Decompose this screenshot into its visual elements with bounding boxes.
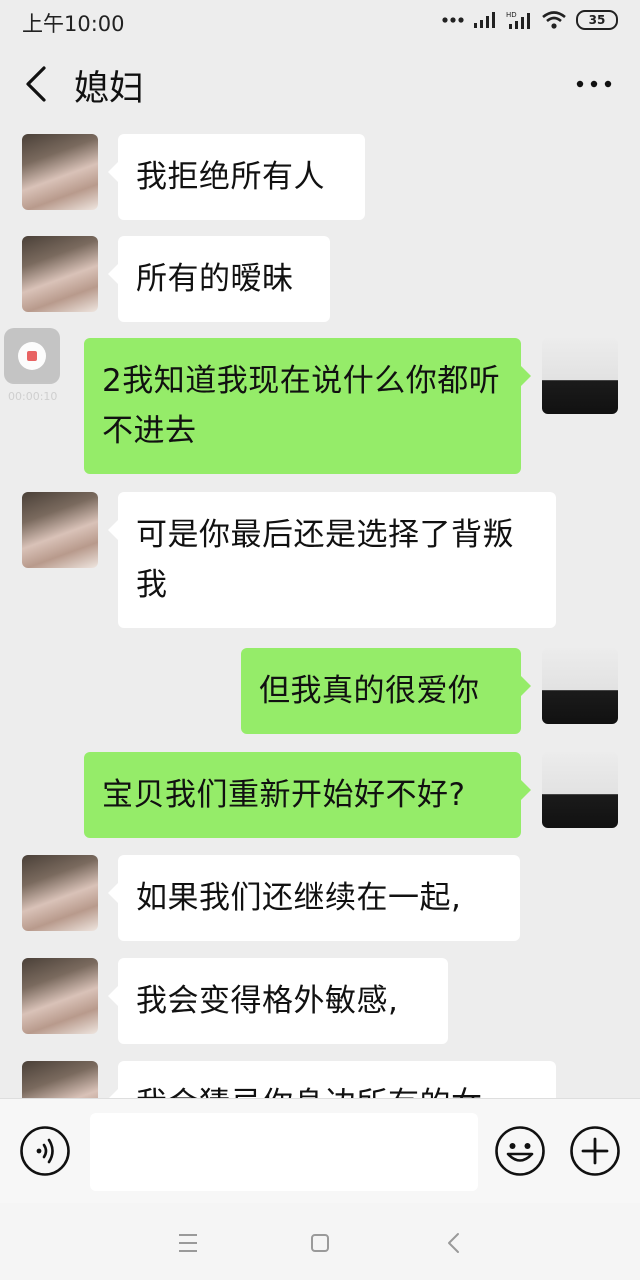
signal-icon [474,12,495,28]
voice-button[interactable] [19,1125,71,1177]
contact-avatar[interactable] [22,236,98,312]
chat-header: 媳妇 [0,40,640,128]
more-notifications-icon [442,17,464,23]
plus-icon [570,1126,620,1176]
chat-title: 媳妇 [74,69,145,109]
contact-avatar[interactable] [22,134,98,210]
add-button[interactable] [569,1125,621,1177]
more-dots-icon [576,80,612,88]
wifi-icon [542,11,566,29]
recorder-time: 00:00:10 [8,390,58,403]
back-nav-button[interactable] [434,1223,474,1263]
status-bar: 上午10:00 HD 35 [0,0,640,40]
incoming-message[interactable]: 所有的暧昧 [108,236,330,322]
emoji-icon [495,1126,545,1176]
screen-recorder-button[interactable] [4,328,60,384]
contact-avatar[interactable] [22,492,98,568]
svg-text:HD: HD [506,11,517,19]
my-avatar[interactable] [542,648,618,724]
battery-icon: 35 [576,10,618,30]
status-icons: HD 35 [442,8,618,32]
outgoing-message[interactable]: 宝贝我们重新开始好不好? [84,752,531,838]
home-square-icon [311,1234,329,1252]
emoji-button[interactable] [494,1125,546,1177]
hd-signal-icon: HD [506,11,530,29]
voice-icon [20,1126,70,1176]
system-nav-bar [0,1203,640,1280]
my-avatar[interactable] [542,338,618,414]
more-options-button[interactable] [566,64,622,104]
chevron-left-icon [26,66,46,102]
incoming-message[interactable]: 如果我们还继续在一起, [108,855,520,941]
outgoing-message[interactable]: 2我知道我现在说什么你都听不进去 [84,338,531,474]
incoming-message[interactable]: 我会变得格外敏感, [108,958,448,1044]
incoming-message[interactable]: 可是你最后还是选择了背叛我 [108,492,556,628]
status-time: 上午10:00 [22,12,125,36]
record-icon [18,342,46,370]
back-button[interactable] [20,62,60,106]
menu-nav-button[interactable] [168,1223,208,1263]
my-avatar[interactable] [542,752,618,828]
incoming-message[interactable]: 我拒绝所有人 [108,134,365,220]
back-triangle-icon [448,1233,459,1253]
contact-avatar[interactable] [22,855,98,931]
contact-avatar[interactable] [22,1061,98,1098]
outgoing-message[interactable]: 但我真的很爱你 [241,648,531,734]
home-nav-button[interactable] [300,1223,340,1263]
message-list[interactable]: 我拒绝所有人 所有的暧昧 00:00:10 2我知道我现在说什么你都听不进去 可… [0,128,640,1098]
message-input[interactable] [90,1113,478,1191]
menu-icon [179,1234,197,1252]
input-bar [0,1098,640,1203]
contact-avatar[interactable] [22,958,98,1034]
incoming-message[interactable]: 我会猜忌你身边所有的女 [108,1061,556,1098]
